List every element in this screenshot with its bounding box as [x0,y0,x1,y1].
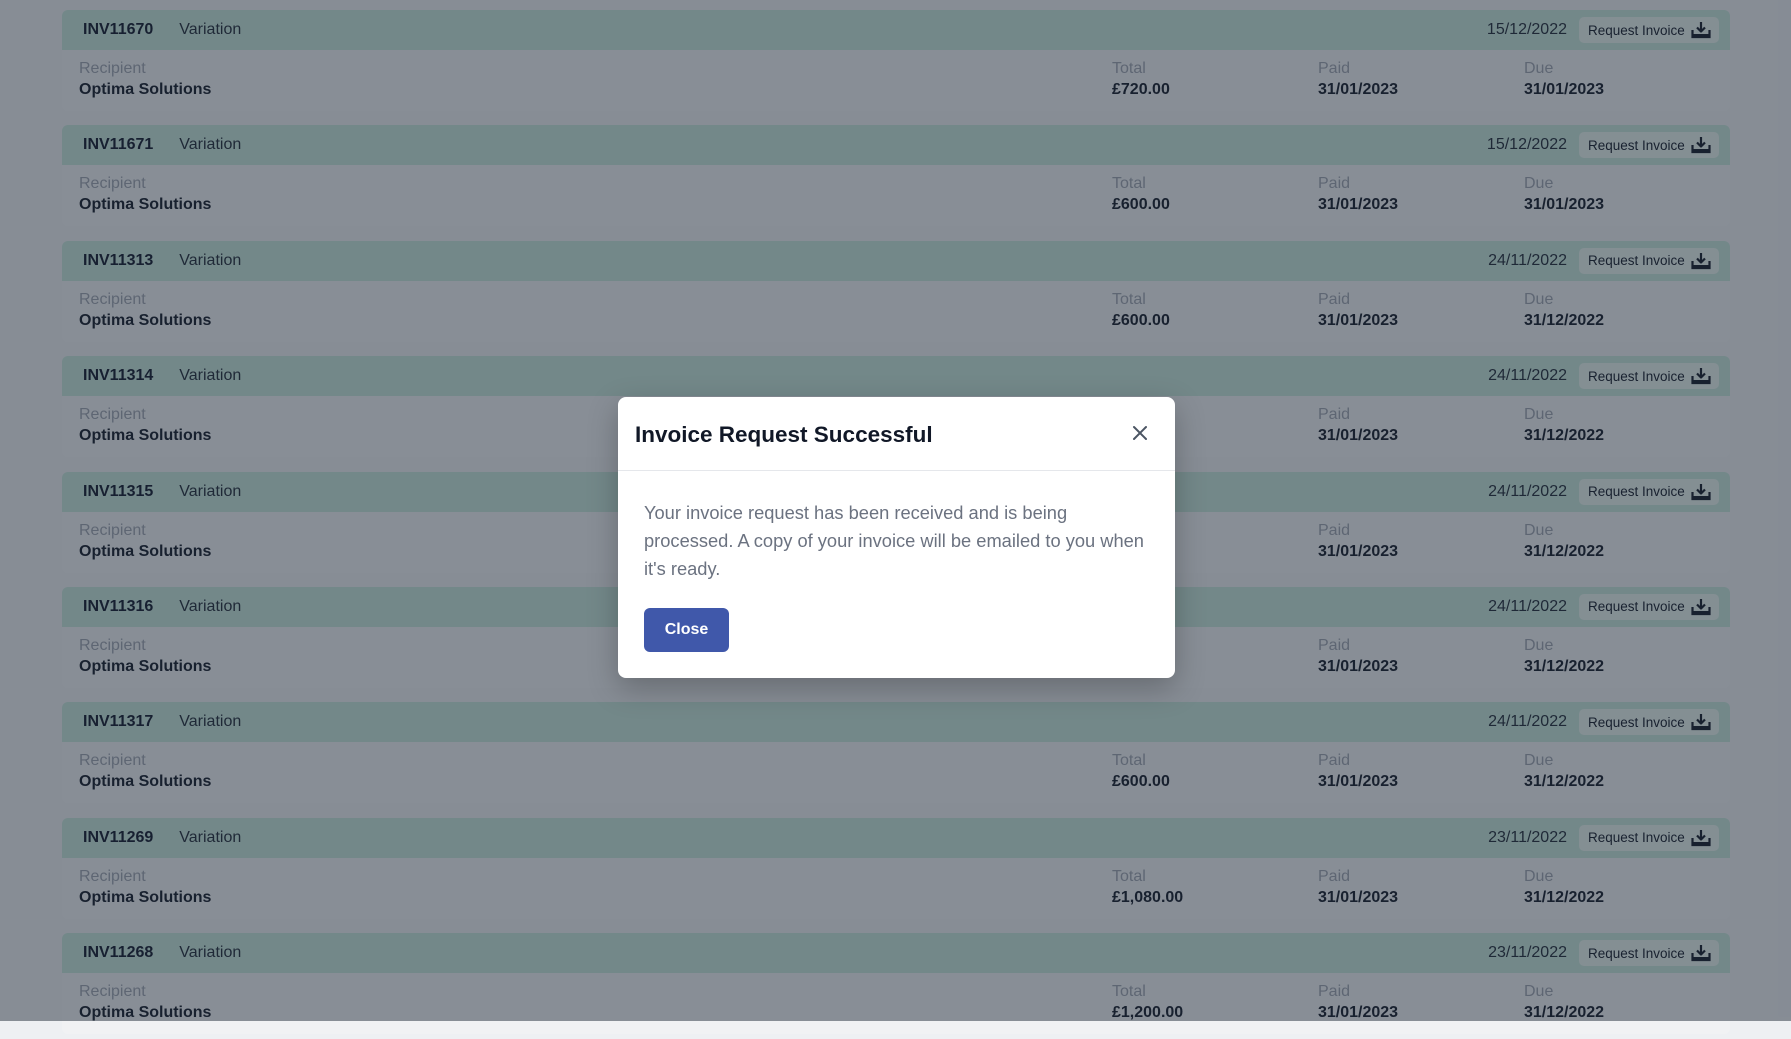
dialog-title: Invoice Request Successful [635,422,933,447]
invoice-request-dialog: Invoice Request Successful Your invoice … [618,397,1175,678]
close-button[interactable]: Close [644,608,729,652]
dialog-message: Your invoice request has been received a… [644,502,1144,579]
close-icon[interactable] [1130,423,1150,443]
dialog-header: Invoice Request Successful [618,397,1175,471]
